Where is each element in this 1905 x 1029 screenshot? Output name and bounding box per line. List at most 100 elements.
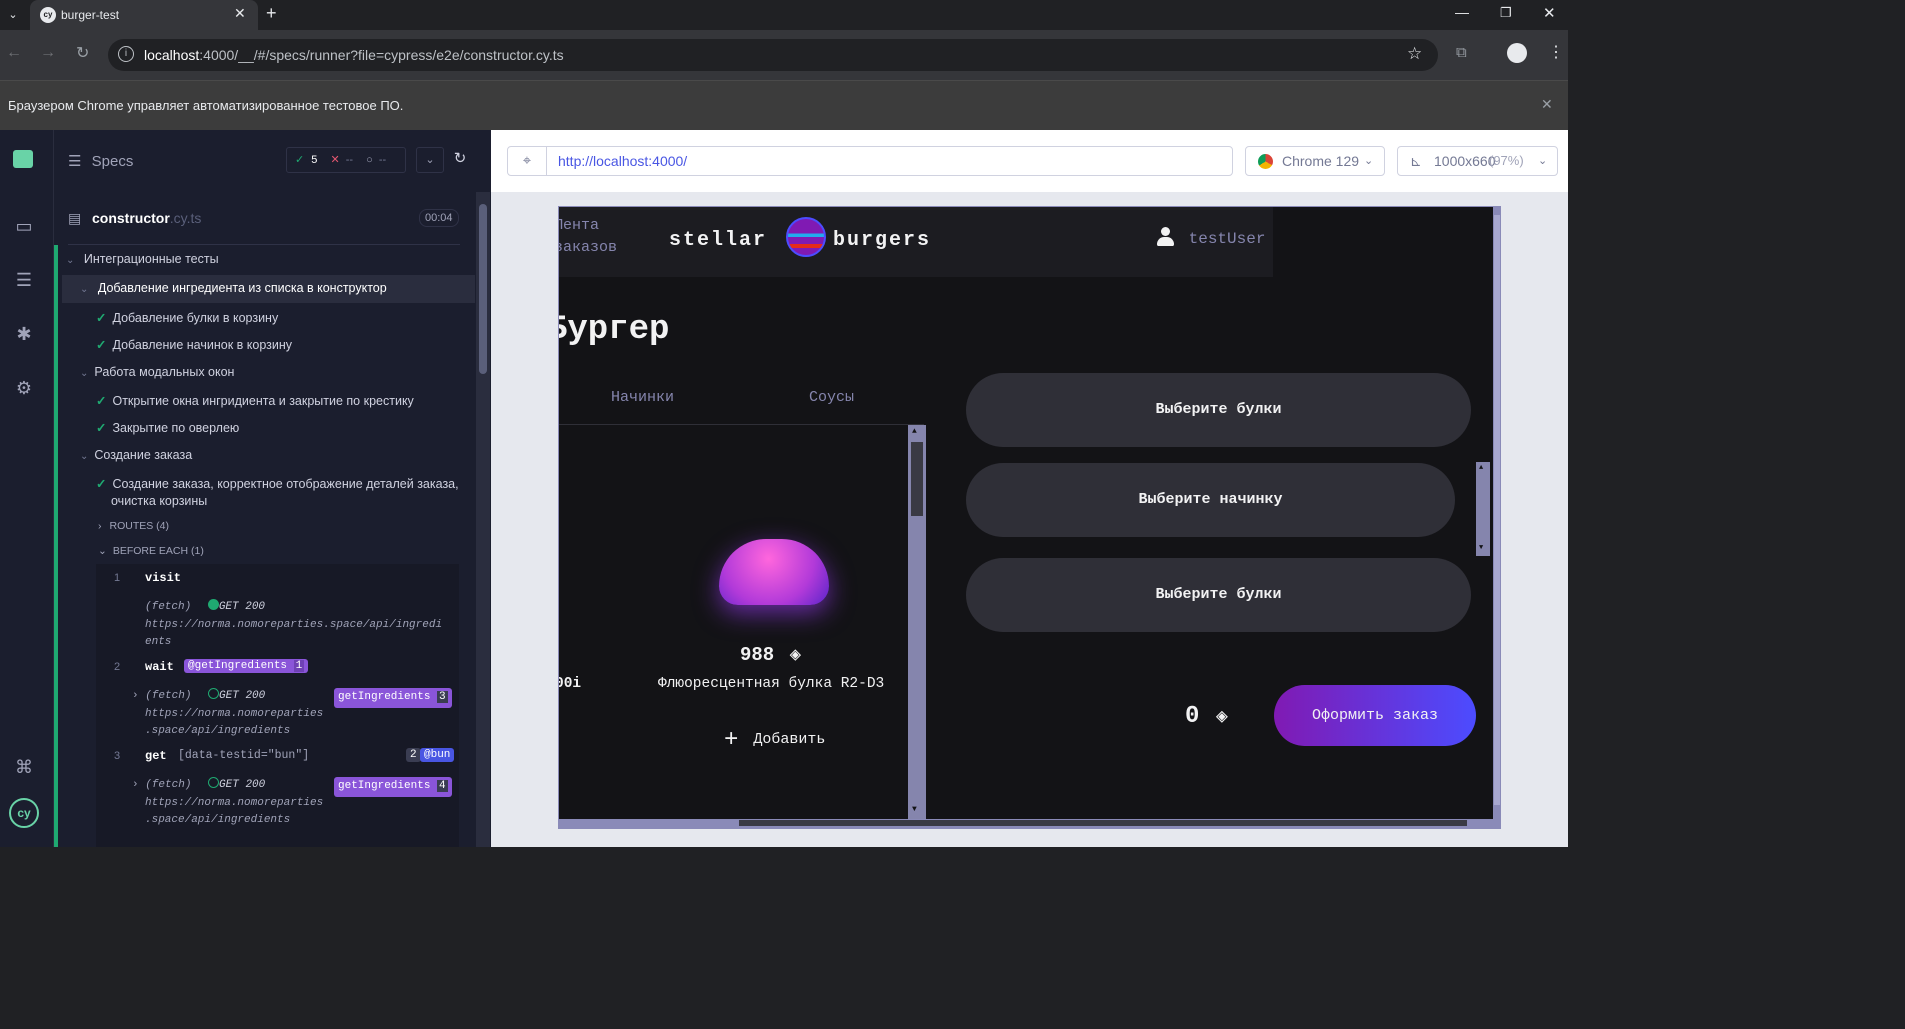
aut-url-field[interactable]: http://localhost:4000/ bbox=[546, 146, 1233, 176]
command-fetch[interactable]: › (fetch) GET 200 getIngredients 3 https… bbox=[132, 688, 457, 741]
test-row[interactable]: ✓ Добавление булки в корзину bbox=[96, 310, 516, 325]
scroll-up-icon[interactable]: ▲ bbox=[912, 427, 917, 436]
suite-3[interactable]: ⌄ Создание заказа bbox=[80, 448, 500, 462]
bookmark-star-icon[interactable]: ☆ bbox=[1407, 44, 1422, 64]
forward-icon[interactable]: → bbox=[40, 44, 56, 62]
suite-3-title: Создание заказа bbox=[94, 448, 193, 462]
test-row[interactable]: ✓ Создание заказа, корректное отображение… bbox=[96, 476, 516, 491]
total-value: 0 bbox=[1185, 703, 1200, 730]
ingredients-scrollbar[interactable]: ▲ ▼ bbox=[908, 425, 926, 819]
browser-tab-bar: ⌄ cy burger-test ✕ + — ❐ ✕ bbox=[0, 0, 1568, 30]
routes-toggle[interactable]: › ROUTES (4) bbox=[98, 520, 169, 532]
extensions-icon[interactable]: ⧉ bbox=[1456, 44, 1467, 61]
suite-2[interactable]: ⌄ Работа модальных окон bbox=[80, 365, 500, 379]
viewport-select[interactable]: ⊾ 1000x660 (97%) ⌄ bbox=[1397, 146, 1558, 176]
selector-playground-button[interactable]: ⌖ bbox=[507, 146, 547, 176]
command-wait[interactable]: 2 wait @getIngredients 1 bbox=[96, 655, 459, 679]
browser-select[interactable]: Chrome 129 ⌄ bbox=[1245, 146, 1385, 176]
restore-icon[interactable]: ❐ bbox=[1500, 5, 1512, 21]
spec-name: constructor bbox=[92, 210, 170, 226]
scrollbar-thumb[interactable] bbox=[1494, 215, 1500, 805]
viewport-scale: (97%) bbox=[1489, 153, 1524, 168]
price-value: 988 bbox=[740, 644, 775, 666]
reload-icon[interactable]: ↻ bbox=[76, 43, 89, 63]
place-order-button[interactable]: Оформить заказ bbox=[1274, 685, 1476, 746]
test-title: Открытие окна ингридиента и закрытие по … bbox=[112, 394, 414, 408]
rerun-button[interactable]: ↻ bbox=[446, 147, 474, 173]
test-title: Добавление булки в корзину bbox=[112, 311, 279, 325]
routes-label: ROUTES (4) bbox=[109, 520, 170, 532]
constructor-scrollbar[interactable]: ▲ ▼ bbox=[1476, 462, 1490, 556]
failed-x-icon: ✕ bbox=[330, 154, 340, 166]
app-v-scrollbar[interactable] bbox=[1493, 207, 1501, 819]
tab-fillings[interactable]: Начинки bbox=[611, 389, 674, 406]
tab-search-button[interactable]: ⌄ bbox=[4, 6, 22, 24]
add-label: Добавить bbox=[753, 731, 826, 748]
add-button[interactable]: + Добавить bbox=[724, 727, 825, 754]
specs-nav-icon[interactable]: ▭ bbox=[12, 216, 36, 237]
back-icon[interactable]: ← bbox=[6, 44, 22, 62]
divider bbox=[68, 244, 460, 245]
logo[interactable]: stellar burgers bbox=[669, 215, 944, 265]
settings-nav-icon[interactable]: ⚙ bbox=[12, 378, 36, 399]
scroll-up-icon[interactable]: ▲ bbox=[1479, 464, 1483, 472]
failed-count: -- bbox=[345, 154, 354, 166]
scrollbar-thumb[interactable] bbox=[479, 204, 487, 374]
ingredient-card[interactable]: 988 ◈ Флюоресцентная булка R2-D3 + Добав… bbox=[619, 507, 919, 757]
command-get[interactable]: 3 get [data-testid="bun"] 2 @bun bbox=[96, 744, 459, 768]
pending-icon: ○ bbox=[366, 154, 373, 166]
profile-icon[interactable] bbox=[1507, 43, 1527, 63]
command-visit[interactable]: 1 visit bbox=[96, 564, 459, 590]
address-bar[interactable]: i localhost:4000/__/#/specs/runner?file=… bbox=[108, 39, 1438, 71]
menu-icon[interactable]: ⋮ bbox=[1548, 42, 1564, 62]
infobar-close-icon[interactable]: ✕ bbox=[1541, 96, 1553, 113]
app-h-scrollbar[interactable] bbox=[559, 819, 1493, 827]
site-info-icon[interactable]: i bbox=[118, 46, 134, 62]
alias-name: @getIngredients bbox=[188, 660, 288, 672]
tab-sauces[interactable]: Соусы bbox=[809, 389, 854, 406]
test-row[interactable]: ✓ Открытие окна ингридиента и закрытие по… bbox=[96, 393, 516, 408]
minimize-icon[interactable]: — bbox=[1455, 4, 1469, 20]
reporter-scrollbar[interactable] bbox=[476, 192, 490, 847]
infobar-text: Браузером Chrome управляет автоматизиров… bbox=[8, 98, 404, 113]
tab-close-icon[interactable]: ✕ bbox=[234, 5, 246, 22]
cypress-sidebar: ▭ ☰ ✱ ⚙ ⌘ cy bbox=[0, 130, 54, 847]
debug-nav-icon[interactable]: ✱ bbox=[12, 324, 36, 345]
command-number: 1 bbox=[114, 572, 121, 584]
chevron-down-icon: ⌄ bbox=[98, 545, 107, 557]
suite-root[interactable]: ⌄ Интеграционные тесты bbox=[66, 252, 486, 266]
new-tab-icon[interactable]: + bbox=[266, 3, 277, 24]
collapse-button[interactable]: ⌄ bbox=[416, 147, 444, 173]
fetch-url: https://norma.nomoreparties bbox=[145, 707, 324, 720]
logo-left: stellar bbox=[669, 229, 768, 252]
nav-feed-link[interactable]: Лента заказов bbox=[559, 215, 617, 259]
filling-slot: Выберите начинку bbox=[966, 463, 1455, 537]
keyboard-shortcuts-icon[interactable]: ⌘ bbox=[12, 757, 36, 778]
pass-check-icon: ✓ bbox=[96, 421, 107, 435]
ingredient-price: 988 ◈ bbox=[740, 643, 801, 666]
runs-nav-icon[interactable]: ☰ bbox=[12, 270, 36, 291]
scrollbar-thumb[interactable] bbox=[911, 442, 923, 516]
status-ring-icon bbox=[208, 777, 220, 788]
alias-count: 4 bbox=[437, 780, 448, 792]
suite-1[interactable]: ⌄ Добавление ингредиента из списка в кон… bbox=[80, 281, 500, 295]
project-icon[interactable] bbox=[13, 150, 33, 168]
order-total: 0 ◈ bbox=[1185, 703, 1228, 730]
test-row[interactable]: ✓ Закрытие по оверлею bbox=[96, 420, 516, 435]
scrollbar-thumb[interactable] bbox=[739, 820, 1467, 826]
close-window-icon[interactable]: ✕ bbox=[1543, 4, 1556, 22]
ruler-icon: ⊾ bbox=[1410, 153, 1422, 169]
before-each-toggle[interactable]: ⌄ BEFORE EACH (1) bbox=[98, 545, 204, 557]
ingredient-name: Флюоресцентная булка R2-D3 bbox=[658, 676, 885, 692]
command-name: visit bbox=[145, 571, 182, 585]
command-fetch[interactable]: (fetch) GET 200 https://norma.nomorepart… bbox=[145, 599, 442, 652]
command-fetch[interactable]: › (fetch) GET 200 getIngredients 4 https… bbox=[132, 777, 457, 830]
scroll-down-icon[interactable]: ▼ bbox=[1479, 544, 1483, 552]
profile-link[interactable]: testUser bbox=[1157, 227, 1265, 248]
chevron-right-icon: › bbox=[132, 779, 139, 791]
test-row[interactable]: ✓ Добавление начинок в корзину bbox=[96, 337, 516, 352]
scroll-down-icon[interactable]: ▼ bbox=[912, 805, 917, 814]
pending-count: -- bbox=[378, 154, 387, 166]
specs-header[interactable]: ☰ Specs bbox=[68, 152, 133, 170]
browser-tab[interactable]: cy burger-test ✕ bbox=[30, 0, 258, 30]
